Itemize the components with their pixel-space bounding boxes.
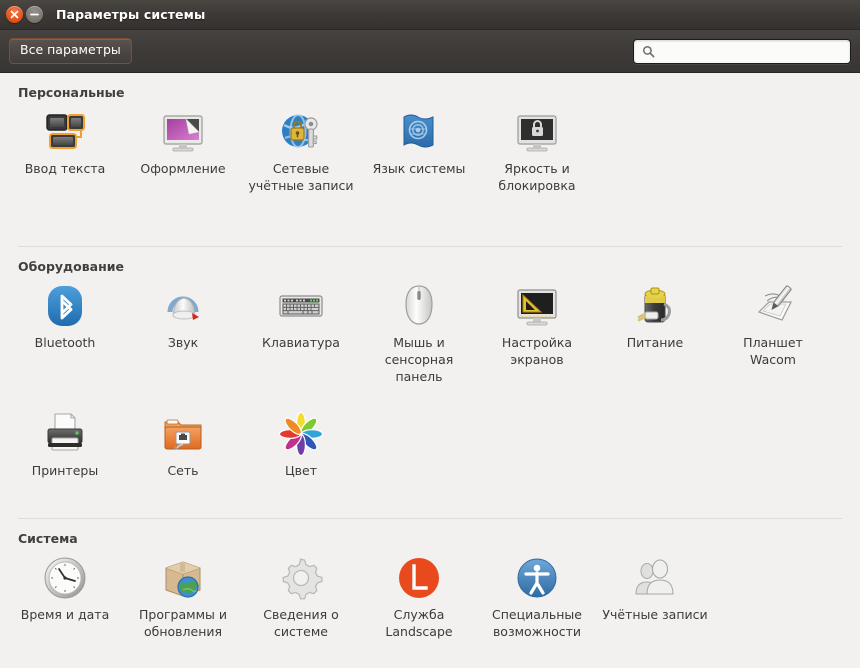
tile-label: Яркость и блокировка: [498, 161, 576, 193]
grid-system: Время и дата Программы и обновления Свед…: [0, 552, 860, 668]
tile-datetime[interactable]: Время и дата: [6, 552, 124, 640]
search-icon: [642, 45, 655, 58]
brightness-lock-icon: [513, 108, 561, 156]
tile-keyboard[interactable]: Клавиатура: [242, 280, 360, 385]
tile-label: Сеть: [167, 463, 199, 478]
tile-wacom-tablet[interactable]: Планшет Wacom: [714, 280, 832, 385]
system-info-icon: [277, 554, 325, 602]
tile-label: Специальные возможности: [492, 607, 582, 639]
tile-universal-access[interactable]: Специальные возможности: [478, 552, 596, 640]
wacom-tablet-icon: [749, 282, 797, 330]
tile-label: Сведения о системе: [263, 607, 339, 639]
grid-hardware-row2: Принтеры Сеть Цвет: [0, 408, 860, 518]
tile-label: Мышь и сенсорная панель: [384, 335, 454, 384]
tile-label: Язык системы: [372, 161, 466, 176]
tile-label: Оформление: [140, 161, 226, 176]
section-hardware: Оборудование Bluetooth Звук Клавиатура М…: [0, 247, 860, 518]
language-support-icon: [395, 108, 443, 156]
tile-landscape-service[interactable]: Служба Landscape: [360, 552, 478, 640]
network-icon: [159, 410, 207, 458]
grid-personal: Ввод текста Оформление Сетевые учётные з…: [0, 106, 860, 246]
tile-label: Звук: [167, 335, 199, 350]
tile-mouse-touchpad[interactable]: Мышь и сенсорная панель: [360, 280, 478, 385]
grid-hardware-row1: Bluetooth Звук Клавиатура Мышь и сенсорн…: [0, 280, 860, 408]
tile-brightness-lock[interactable]: Яркость и блокировка: [478, 106, 596, 194]
appearance-icon: [159, 108, 207, 156]
tile-label: Программы и обновления: [139, 607, 227, 639]
tile-text-entry[interactable]: Ввод текста: [6, 106, 124, 194]
tile-label: Настройка экранов: [501, 335, 573, 367]
tile-label: Учётные записи: [602, 607, 708, 622]
window-title: Параметры системы: [56, 7, 206, 22]
tile-displays[interactable]: Настройка экранов: [478, 280, 596, 385]
printers-icon: [41, 410, 89, 458]
toolbar: Все параметры: [0, 30, 860, 73]
datetime-icon: [41, 554, 89, 602]
tile-sound[interactable]: Звук: [124, 280, 242, 385]
universal-access-icon: [513, 554, 561, 602]
tile-printers[interactable]: Принтеры: [6, 408, 124, 479]
tile-bluetooth[interactable]: Bluetooth: [6, 280, 124, 385]
section-title-system: Система: [18, 531, 78, 546]
tile-network[interactable]: Сеть: [124, 408, 242, 479]
software-updates-icon: [159, 554, 207, 602]
tile-language-support[interactable]: Язык системы: [360, 106, 478, 194]
keyboard-icon: [277, 282, 325, 330]
section-title-personal: Персональные: [18, 85, 125, 100]
tile-appearance[interactable]: Оформление: [124, 106, 242, 194]
tile-label: Планшет Wacom: [743, 335, 803, 367]
tile-system-info[interactable]: Сведения о системе: [242, 552, 360, 640]
settings-content: Персональные Ввод текста Оформление Сете…: [0, 73, 860, 668]
section-personal: Персональные Ввод текста Оформление Сете…: [0, 73, 860, 246]
tile-label: Время и дата: [20, 607, 110, 622]
bluetooth-icon: [41, 282, 89, 330]
tile-online-accounts[interactable]: Сетевые учётные записи: [242, 106, 360, 194]
power-icon: [631, 282, 679, 330]
section-title-hardware: Оборудование: [18, 259, 124, 274]
tile-software-updates[interactable]: Программы и обновления: [124, 552, 242, 640]
tile-label: Питание: [626, 335, 684, 350]
tile-label: Служба Landscape: [385, 607, 453, 639]
sound-icon: [159, 282, 207, 330]
online-accounts-icon: [277, 108, 325, 156]
mouse-touchpad-icon: [395, 282, 443, 330]
search-input[interactable]: [660, 44, 844, 58]
tile-label: Сетевые учётные записи: [248, 161, 354, 193]
minimize-icon: [30, 13, 39, 16]
tile-label: Клавиатура: [262, 335, 340, 350]
tile-user-accounts[interactable]: Учётные записи: [596, 552, 714, 640]
system-settings-window: Параметры системы Все параметры Персонал…: [0, 0, 860, 668]
minimize-button[interactable]: [26, 6, 43, 23]
text-entry-icon: [41, 108, 89, 156]
displays-icon: [513, 282, 561, 330]
tile-label: Ввод текста: [24, 161, 106, 176]
user-accounts-icon: [631, 554, 679, 602]
title-bar: Параметры системы: [0, 0, 860, 30]
tile-color[interactable]: Цвет: [242, 408, 360, 479]
tile-label: Bluetooth: [34, 335, 96, 350]
all-settings-button[interactable]: Все параметры: [9, 38, 132, 64]
landscape-service-icon: [395, 554, 443, 602]
tile-label: Принтеры: [31, 463, 99, 478]
color-icon: [277, 410, 325, 458]
tile-power[interactable]: Питание: [596, 280, 714, 385]
close-icon: [10, 10, 19, 19]
close-button[interactable]: [6, 6, 23, 23]
section-system: Система Время и дата Программы и обновле…: [0, 519, 860, 668]
tile-label: Цвет: [284, 463, 318, 478]
search-box[interactable]: [633, 38, 851, 64]
